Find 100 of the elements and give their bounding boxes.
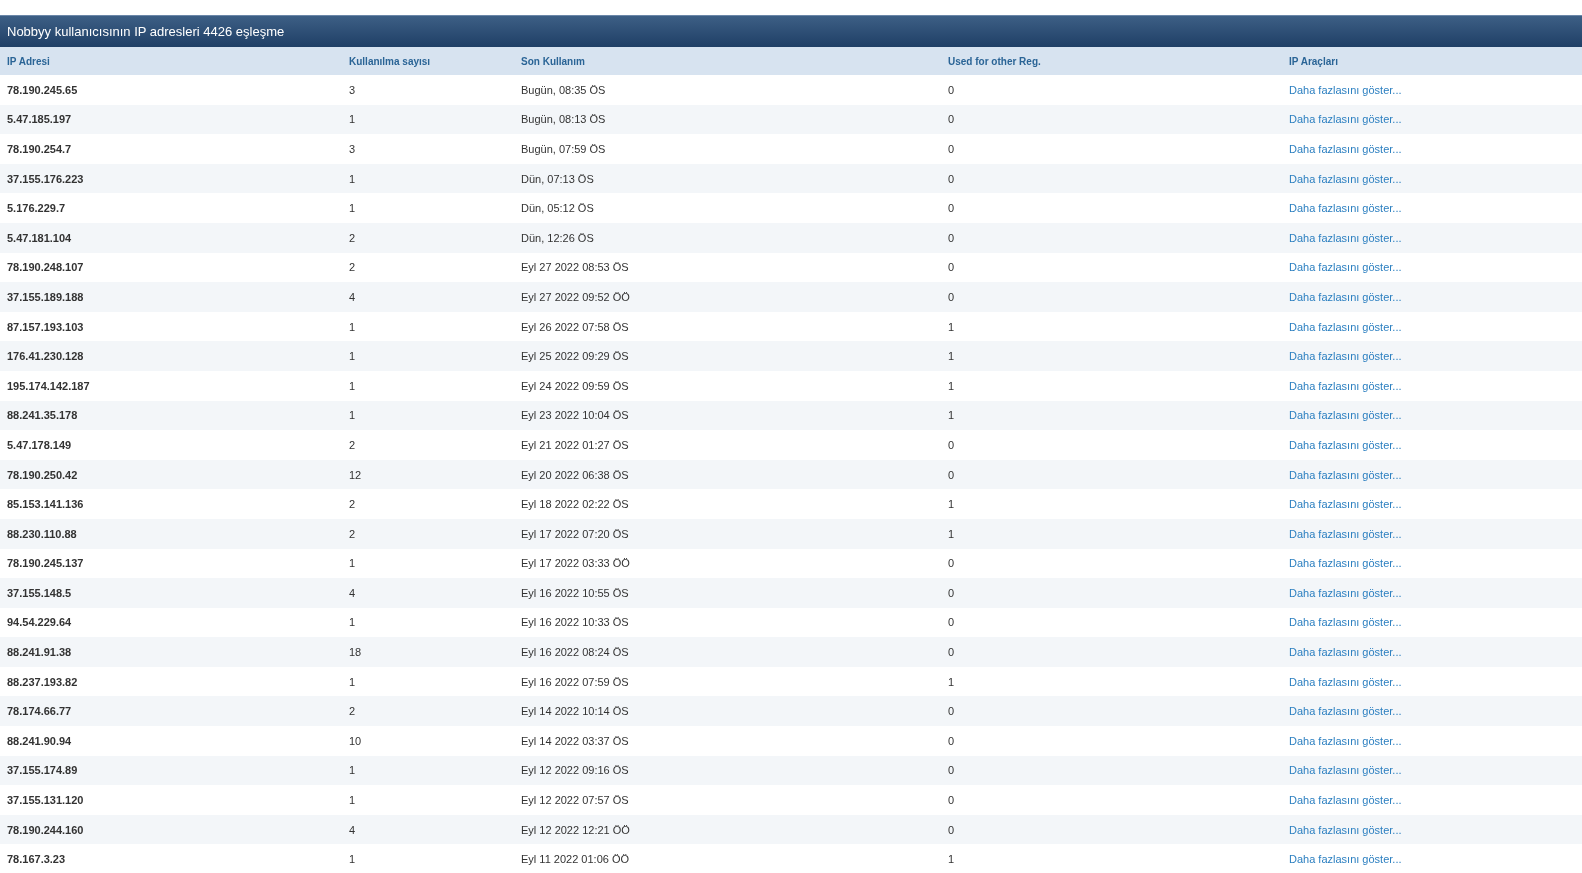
show-more-link[interactable]: Daha fazlasını göster... xyxy=(1289,527,1402,540)
show-more-link[interactable]: Daha fazlasını göster... xyxy=(1289,438,1402,451)
show-more-link[interactable]: Daha fazlasını göster... xyxy=(1289,350,1402,363)
show-more-link[interactable]: Daha fazlasını göster... xyxy=(1289,379,1402,392)
show-more-link[interactable]: Daha fazlasını göster... xyxy=(1289,261,1402,274)
usage-count-cell-text: 12 xyxy=(348,468,363,481)
show-more-link[interactable]: Daha fazlasını göster... xyxy=(1289,113,1402,126)
show-more-link[interactable]: Daha fazlasını göster... xyxy=(1289,320,1402,333)
usage-count-cell-text: 2 xyxy=(348,705,357,718)
other-reg-cell-text: 1 xyxy=(947,379,956,392)
other-reg-cell-text: 0 xyxy=(947,202,956,215)
last-used-cell-text: Dün, 07:13 ÖS xyxy=(520,172,595,185)
usage-count-cell-text: 1 xyxy=(348,764,357,777)
show-more-link[interactable]: Daha fazlasını göster... xyxy=(1289,557,1402,570)
last-used-cell-text: Eyl 12 2022 12:21 ÖÖ xyxy=(520,823,631,836)
show-more-link[interactable]: Daha fazlasını göster... xyxy=(1289,143,1402,155)
ip-address-cell-text: 5.176.229.7 xyxy=(6,202,67,215)
show-more-link[interactable]: Daha fazlasını göster... xyxy=(1289,290,1402,303)
last-used-cell-text: Eyl 20 2022 06:38 ÖS xyxy=(520,468,630,481)
other-reg-cell-text: 0 xyxy=(947,646,956,659)
ip-address-cell-text: 78.190.244.160 xyxy=(6,823,85,836)
last-used-cell-text: Eyl 12 2022 07:57 ÖS xyxy=(520,794,630,807)
other-reg-cell-text: 0 xyxy=(947,616,956,629)
ip-address-cell-text: 78.190.245.137 xyxy=(6,557,85,570)
last-used-cell-text: Dün, 12:26 ÖS xyxy=(520,231,595,244)
column-header: Son Kullanım xyxy=(520,55,586,67)
show-more-link[interactable]: Daha fazlasını göster... xyxy=(1289,616,1402,629)
other-reg-cell-text: 1 xyxy=(947,320,956,333)
usage-count-cell-text: 10 xyxy=(348,734,363,747)
other-reg-cell-text: 0 xyxy=(947,261,956,274)
show-more-link[interactable]: Daha fazlasını göster... xyxy=(1289,823,1402,836)
ip-address-cell-text: 78.167.3.23 xyxy=(6,853,67,866)
other-reg-cell-text: 0 xyxy=(947,557,956,570)
usage-count-cell-text: 4 xyxy=(348,586,357,599)
last-used-cell-text: Eyl 21 2022 01:27 ÖS xyxy=(520,438,630,451)
show-more-link[interactable]: Daha fazlasını göster... xyxy=(1289,468,1402,481)
usage-count-cell-text: 1 xyxy=(348,172,357,185)
last-used-cell-text: Bugün, 07:59 ÖS xyxy=(520,143,607,155)
ip-address-cell-text: 87.157.193.103 xyxy=(6,320,85,333)
show-more-link[interactable]: Daha fazlasını göster... xyxy=(1289,853,1402,866)
last-used-cell-text: Eyl 26 2022 07:58 ÖS xyxy=(520,320,630,333)
usage-count-cell-text: 2 xyxy=(348,261,357,274)
show-more-link[interactable]: Daha fazlasını göster... xyxy=(1289,498,1402,511)
last-used-cell-text: Eyl 17 2022 07:20 ÖS xyxy=(520,527,630,540)
ip-address-cell-text: 5.47.178.149 xyxy=(6,438,73,451)
show-more-link[interactable]: Daha fazlasını göster... xyxy=(1289,409,1402,422)
last-used-cell-text: Eyl 12 2022 09:16 ÖS xyxy=(520,764,630,777)
show-more-link[interactable]: Daha fazlasını göster... xyxy=(1289,675,1402,688)
other-reg-cell-text: 0 xyxy=(947,794,956,807)
show-more-link[interactable]: Daha fazlasını göster... xyxy=(1289,83,1402,96)
column-header: Used for other Reg. xyxy=(947,55,1042,67)
usage-count-cell-text: 1 xyxy=(348,675,357,688)
ip-address-cell-text: 88.230.110.88 xyxy=(6,527,78,540)
other-reg-cell-text: 0 xyxy=(947,823,956,836)
show-more-link[interactable]: Daha fazlasını göster... xyxy=(1289,764,1402,777)
other-reg-cell-text: 0 xyxy=(947,231,956,244)
ip-address-cell-text: 37.155.148.5 xyxy=(6,586,73,599)
other-reg-cell-text: 0 xyxy=(947,83,956,96)
last-used-cell-text: Eyl 25 2022 09:29 ÖS xyxy=(520,350,630,363)
other-reg-cell-text: 0 xyxy=(947,764,956,777)
ip-address-cell-text: 88.241.35.178 xyxy=(6,409,79,422)
last-used-cell-text: Eyl 16 2022 10:33 ÖS xyxy=(520,616,630,629)
show-more-link[interactable]: Daha fazlasını göster... xyxy=(1289,646,1402,659)
ip-address-cell-text: 85.153.141.136 xyxy=(6,498,85,511)
usage-count-cell-text: 1 xyxy=(348,113,357,126)
other-reg-cell-text: 1 xyxy=(947,350,956,363)
usage-count-cell-text: 1 xyxy=(348,202,357,215)
show-more-link[interactable]: Daha fazlasını göster... xyxy=(1289,202,1402,215)
last-used-cell-text: Eyl 17 2022 03:33 ÖÖ xyxy=(520,557,631,570)
other-reg-cell-text: 0 xyxy=(947,468,956,481)
show-more-link[interactable]: Daha fazlasını göster... xyxy=(1289,231,1402,244)
show-more-link[interactable]: Daha fazlasını göster... xyxy=(1289,705,1402,718)
last-used-cell-text: Eyl 11 2022 01:06 ÖÖ xyxy=(520,853,631,866)
other-reg-cell-text: 0 xyxy=(947,113,956,126)
other-reg-cell-text: 1 xyxy=(947,527,956,540)
show-more-link[interactable]: Daha fazlasını göster... xyxy=(1289,172,1402,185)
last-used-cell-text: Eyl 27 2022 09:52 ÖÖ xyxy=(520,290,631,303)
ip-address-cell-text: 176.41.230.128 xyxy=(6,350,85,363)
last-used-cell-text: Bugün, 08:35 ÖS xyxy=(520,83,607,96)
ip-address-cell-text: 195.174.142.187 xyxy=(6,379,91,392)
usage-count-cell-text: 1 xyxy=(348,409,357,422)
other-reg-cell-text: 0 xyxy=(947,172,956,185)
show-more-link[interactable]: Daha fazlasını göster... xyxy=(1289,734,1402,747)
last-used-cell-text: Bugün, 08:13 ÖS xyxy=(520,113,607,126)
usage-count-cell-text: 1 xyxy=(348,379,357,392)
column-header: IP Araçları xyxy=(1288,55,1339,67)
usage-count-cell-text: 1 xyxy=(348,616,357,629)
other-reg-cell-text: 0 xyxy=(947,586,956,599)
show-more-link[interactable]: Daha fazlasını göster... xyxy=(1289,794,1402,807)
table-title: Nobbyy kullanıcısının IP adresleri 4426 eşleşme xyxy=(0,15,1582,47)
ip-address-cell-text: 78.190.245.65 xyxy=(6,83,79,96)
ip-address-cell-text: 88.241.91.38 xyxy=(6,646,73,659)
last-used-cell-text: Eyl 14 2022 10:14 ÖS xyxy=(520,705,630,718)
usage-count-cell-text: 1 xyxy=(348,853,357,866)
show-more-link[interactable]: Daha fazlasını göster... xyxy=(1289,586,1402,599)
ip-address-cell-text: 37.155.189.188 xyxy=(6,290,85,303)
ip-address-cell-text: 78.174.66.77 xyxy=(6,705,73,718)
ip-address-cell-text: 78.190.248.107 xyxy=(6,261,85,274)
last-used-cell-text: Eyl 23 2022 10:04 ÖS xyxy=(520,409,630,422)
other-reg-cell-text: 0 xyxy=(947,143,956,155)
